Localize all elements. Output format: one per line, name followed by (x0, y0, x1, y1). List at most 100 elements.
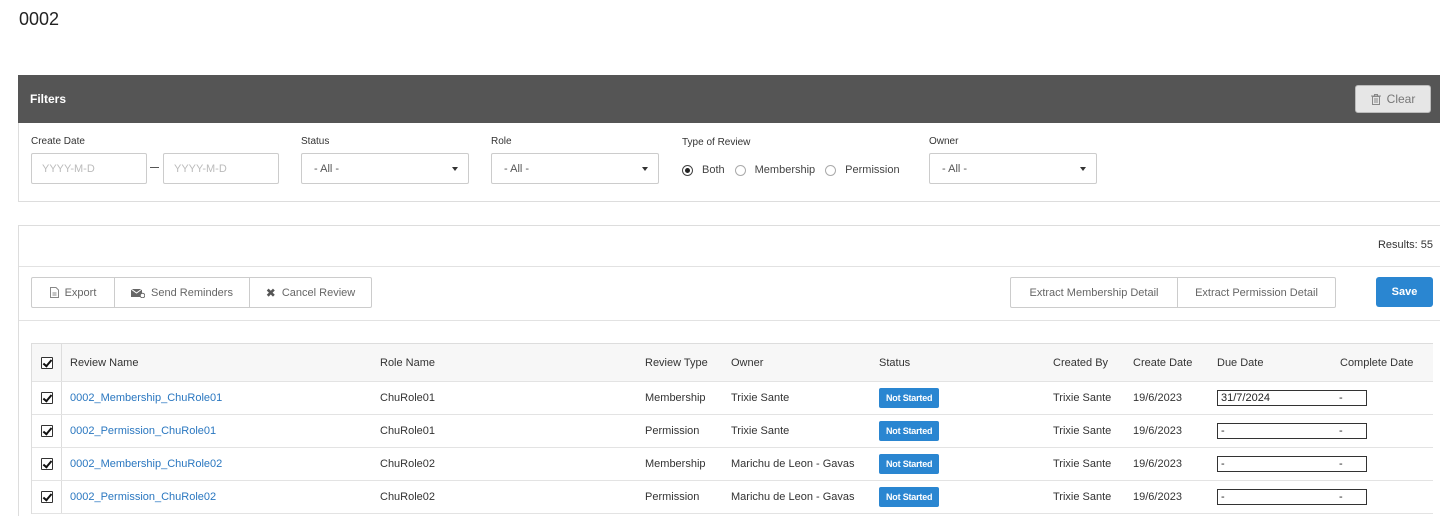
status-label: Status (301, 136, 330, 147)
export-label: Export (64, 286, 97, 299)
send-reminders-button[interactable]: Send Reminders (114, 277, 250, 308)
column-header-create-date[interactable]: Create Date (1133, 344, 1192, 381)
complete-date-value: - (1339, 491, 1343, 503)
due-date-input[interactable]: - - (1217, 489, 1367, 505)
owner-select-value: - All - (942, 163, 968, 175)
cancel-review-label: Cancel Review (281, 286, 356, 299)
caret-down-icon (1080, 167, 1086, 171)
status-badge: Not Started (879, 388, 940, 408)
extract-permission-detail-button[interactable]: Extract Permission Detail (1177, 277, 1336, 308)
results-panel: Results: 55 Export Send Reminders ✖ Canc… (18, 225, 1440, 516)
filters-panel: Create Date YYYY-M-D YYYY-M-D Status - A… (18, 123, 1440, 202)
column-header-review-name[interactable]: Review Name (70, 344, 138, 381)
status-badge: Not Started (879, 454, 940, 474)
extract-button-group: Extract Membership Detail Extract Permis… (1010, 277, 1336, 308)
due-date-input[interactable]: - - (1217, 456, 1367, 472)
save-button[interactable]: Save (1376, 277, 1433, 307)
role-label: Role (491, 136, 512, 147)
role-name-cell: ChuRole01 (380, 392, 436, 404)
complete-date-value: - (1339, 425, 1343, 437)
trash-icon (1370, 93, 1381, 105)
select-all-checkbox-cell[interactable] (32, 344, 62, 381)
review-name-link[interactable]: 0002_Permission_ChuRole02 (70, 481, 216, 513)
radio-membership[interactable]: Membership (734, 164, 816, 176)
owner-cell: Marichu de Leon - Gavas (731, 458, 855, 470)
create-date-cell: 19/6/2023 (1133, 392, 1182, 404)
results-count: Results: 55 (1377, 239, 1433, 251)
export-button[interactable]: Export (31, 277, 115, 308)
page-title: 0002 (19, 9, 60, 29)
cancel-review-button[interactable]: ✖ Cancel Review (249, 277, 372, 308)
row-checkbox[interactable] (40, 458, 53, 470)
filters-title: Filters (30, 92, 67, 106)
created-by-cell: Trixie Sante (1053, 458, 1112, 470)
select-all-checkbox[interactable] (40, 356, 53, 369)
role-name-cell: ChuRole02 (380, 491, 436, 503)
row-checkbox[interactable] (40, 491, 53, 503)
created-by-cell: Trixie Sante (1053, 392, 1112, 404)
due-date-input[interactable]: 31/7/2024 - (1217, 390, 1367, 406)
role-select[interactable]: - All - (491, 153, 659, 184)
status-select[interactable]: - All - (301, 153, 469, 184)
clear-button-label: Clear (1386, 92, 1416, 106)
radio-unchecked-icon (825, 164, 837, 176)
caret-down-icon (452, 167, 458, 171)
role-name-cell: ChuRole01 (380, 425, 436, 437)
row-checkbox-cell[interactable] (32, 481, 62, 513)
due-date-input[interactable]: - - (1217, 423, 1367, 439)
review-type-cell: Permission (645, 491, 700, 503)
radio-permission-label: Permission (845, 164, 900, 176)
complete-date-value: - (1339, 392, 1343, 404)
envelope-icon (131, 288, 146, 298)
owner-label: Owner (929, 136, 959, 147)
status-cell: Not Started (879, 448, 940, 480)
create-date-cell: 19/6/2023 (1133, 458, 1182, 470)
divider (19, 266, 1440, 267)
type-of-review-label: Type of Review (682, 137, 751, 148)
create-date-to-input[interactable]: YYYY-M-D (163, 153, 279, 184)
due-date-value: 31/7/2024 (1221, 392, 1270, 404)
create-date-from-input[interactable]: YYYY-M-D (31, 153, 147, 184)
due-date-value: - (1221, 458, 1225, 470)
column-header-owner[interactable]: Owner (731, 344, 763, 381)
due-date-value: - (1221, 425, 1225, 437)
row-checkbox-cell[interactable] (32, 382, 62, 414)
column-header-status[interactable]: Status (879, 344, 910, 381)
column-header-role-name[interactable]: Role Name (380, 344, 435, 381)
status-cell: Not Started (879, 415, 940, 447)
row-checkbox[interactable] (40, 392, 53, 404)
clear-button[interactable]: Clear (1355, 85, 1431, 113)
created-by-cell: Trixie Sante (1053, 491, 1112, 503)
radio-membership-label: Membership (754, 164, 816, 176)
status-cell: Not Started (879, 481, 940, 513)
status-badge: Not Started (879, 487, 940, 507)
radio-both-label: Both (702, 164, 725, 176)
review-name-link[interactable]: 0002_Membership_ChuRole02 (70, 448, 222, 480)
radio-both[interactable]: Both (682, 164, 725, 176)
row-checkbox-cell[interactable] (32, 415, 62, 447)
role-select-value: - All - (504, 163, 530, 175)
file-icon (49, 287, 59, 298)
column-header-created-by[interactable]: Created By (1053, 344, 1108, 381)
column-header-review-type[interactable]: Review Type (645, 344, 708, 381)
column-header-due-date[interactable]: Due Date (1217, 344, 1263, 381)
review-name-link[interactable]: 0002_Permission_ChuRole01 (70, 415, 216, 447)
x-icon: ✖ (265, 285, 276, 300)
row-checkbox[interactable] (40, 425, 53, 437)
owner-select[interactable]: - All - (929, 153, 1097, 184)
extract-membership-detail-button[interactable]: Extract Membership Detail (1010, 277, 1178, 308)
radio-checked-icon (682, 164, 693, 176)
review-name-link[interactable]: 0002_Membership_ChuRole01 (70, 382, 222, 414)
create-date-label: Create Date (31, 136, 85, 147)
action-button-group: Export Send Reminders ✖ Cancel Review (31, 277, 372, 308)
send-reminders-label: Send Reminders (151, 286, 233, 299)
table-row: 0002_Permission_ChuRole01 ChuRole01 Perm… (32, 415, 1433, 448)
review-type-cell: Permission (645, 425, 700, 437)
status-cell: Not Started (879, 382, 940, 414)
row-checkbox-cell[interactable] (32, 448, 62, 480)
type-of-review-radio-group: Both Membership Permission (682, 164, 910, 176)
column-header-complete-date[interactable]: Complete Date (1340, 344, 1413, 381)
create-date-cell: 19/6/2023 (1133, 425, 1182, 437)
radio-permission[interactable]: Permission (825, 164, 900, 176)
created-by-cell: Trixie Sante (1053, 425, 1112, 437)
